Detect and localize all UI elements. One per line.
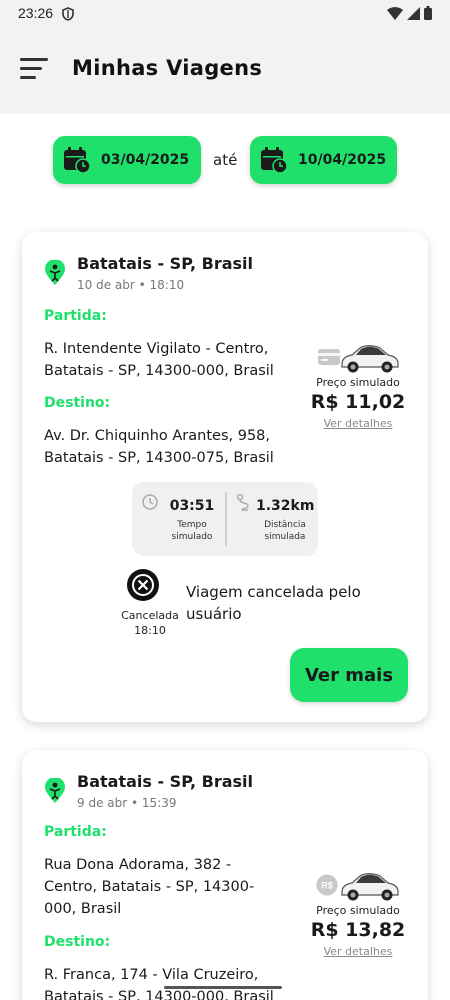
trip-card[interactable]: Batatais - SP, Brasil 10 de abr • 18:10 … xyxy=(22,232,428,722)
car-icon xyxy=(341,345,399,373)
details-link[interactable]: Ver detalhes xyxy=(308,417,408,430)
see-more-button[interactable]: Ver mais xyxy=(290,648,408,702)
page-title: Minhas Viagens xyxy=(72,56,263,80)
cash-icon-glyph: R$ xyxy=(321,881,333,891)
location-pin-icon xyxy=(45,260,65,285)
battery-icon xyxy=(424,6,432,20)
origin-label: Partida: xyxy=(44,308,107,324)
calendar-clock-icon xyxy=(64,147,91,174)
car-icon xyxy=(341,873,399,901)
app-bar: Minhas Viagens xyxy=(0,28,450,114)
cancel-icon xyxy=(127,569,159,601)
destination-address: Av. Dr. Chiquinho Arantes, 958, Batatais… xyxy=(44,428,274,466)
date-separator: até xyxy=(213,151,238,169)
calendar-clock-icon xyxy=(261,147,288,174)
text-selection-underline xyxy=(164,986,282,989)
details-link[interactable]: Ver detalhes xyxy=(308,945,408,958)
status-label-group: Cancelada 18:10 xyxy=(106,608,194,638)
clock-icon xyxy=(142,494,158,510)
trip-datetime: 10 de abr • 18:10 xyxy=(77,278,185,292)
route-icon xyxy=(236,494,249,511)
status-bar: 23:26 xyxy=(0,0,450,28)
origin-address: R. Intendente Vigilato - Centro, Batatai… xyxy=(44,341,274,379)
price-box: R$ Preço simulado R$ 13,82 Ver detalhes xyxy=(308,868,408,958)
price-label: Preço simulado xyxy=(316,904,400,917)
wifi-icon xyxy=(387,6,403,20)
distance-label: Distância simulada xyxy=(264,520,306,542)
menu-icon[interactable] xyxy=(20,58,50,82)
status-indicators xyxy=(387,6,432,20)
origin-label: Partida: xyxy=(44,824,107,840)
price-box: Preço simulado R$ 11,02 Ver detalhes xyxy=(308,340,408,430)
trip-city: Batatais - SP, Brasil xyxy=(77,254,254,273)
shield-icon xyxy=(62,6,74,25)
destination-label: Destino: xyxy=(44,934,111,950)
destination-label: Destino: xyxy=(44,395,111,411)
status-message: Viagem cancelada pelo usuário xyxy=(186,583,361,623)
trip-datetime: 9 de abr • 15:39 xyxy=(77,796,177,810)
signal-icon xyxy=(407,6,420,20)
start-date-value: 03/04/2025 xyxy=(101,152,190,168)
start-date-button[interactable]: 03/04/2025 xyxy=(53,136,201,184)
end-date-value: 10/04/2025 xyxy=(298,152,387,168)
trip-card[interactable]: Batatais - SP, Brasil 9 de abr • 15:39 P… xyxy=(22,750,428,1000)
card-icon xyxy=(318,349,340,365)
location-pin-icon xyxy=(45,778,65,803)
distance-value: 1.32km xyxy=(256,498,315,514)
trip-stats: 03:51 Tempo simulado 1.32km Distância si… xyxy=(132,482,318,556)
price-value: R$ 11,02 xyxy=(310,391,406,413)
price-label: Preço simulado xyxy=(316,376,400,389)
trip-city: Batatais - SP, Brasil xyxy=(77,772,254,791)
status-label: Cancelada xyxy=(121,609,179,622)
stats-divider xyxy=(225,492,227,546)
end-date-button[interactable]: 10/04/2025 xyxy=(250,136,397,184)
status-time: 23:26 xyxy=(18,5,54,21)
date-filter: 03/04/2025 até 10/04/2025 xyxy=(0,136,450,186)
price-value: R$ 13,82 xyxy=(310,919,406,941)
time-value: 03:51 xyxy=(169,498,215,514)
destination-address: R. Franca, 174 - Vila Cruzeiro, Batatais… xyxy=(44,967,274,1000)
time-label: Tempo simulado xyxy=(171,520,213,542)
origin-address: Rua Dona Adorama, 382 - Centro, Batatais… xyxy=(44,857,255,917)
cash-icon: R$ xyxy=(316,874,338,896)
status-time: 18:10 xyxy=(134,624,166,637)
